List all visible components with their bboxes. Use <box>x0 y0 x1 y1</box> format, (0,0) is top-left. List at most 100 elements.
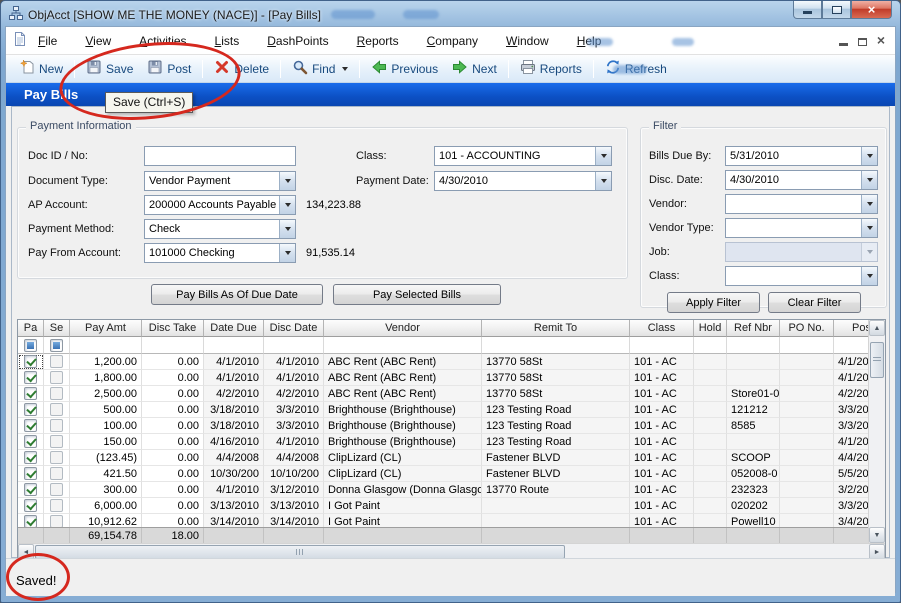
menu-company[interactable]: Company <box>427 34 478 48</box>
menu-dashpoints[interactable]: DashPoints <box>267 34 328 48</box>
class-combo[interactable]: 101 - ACCOUNTING <box>434 146 612 166</box>
pay-checkbox[interactable] <box>24 387 37 400</box>
table-row[interactable]: 6,000.000.003/13/20103/13/2010I Got Pain… <box>18 498 868 514</box>
next-button[interactable]: Next <box>445 57 504 80</box>
mdi-restore-icon[interactable] <box>858 38 867 46</box>
table-row[interactable]: 300.000.004/1/20103/12/2010Donna Glasgow… <box>18 482 868 498</box>
select-checkbox[interactable] <box>50 451 63 464</box>
filter-combo-billsdueby[interactable]: 5/31/2010 <box>725 146 878 166</box>
maximize-button[interactable] <box>822 1 851 19</box>
mdi-close-icon[interactable]: × <box>877 34 885 46</box>
find-dropdown-arrow[interactable] <box>342 67 348 71</box>
pay-checkbox[interactable] <box>24 499 37 512</box>
chevron-down-icon[interactable] <box>861 171 877 189</box>
chevron-down-icon[interactable] <box>279 220 295 238</box>
select-checkbox[interactable] <box>50 355 63 368</box>
new-button[interactable]: New <box>12 57 70 80</box>
select-all-se-checkbox[interactable] <box>50 339 63 352</box>
pay-checkbox[interactable] <box>24 435 37 448</box>
select-checkbox[interactable] <box>50 499 63 512</box>
column-header-date_due[interactable]: Date Due <box>204 320 264 337</box>
filter-combo-class[interactable] <box>725 266 878 286</box>
pay-selected-bills-button[interactable]: Pay Selected Bills <box>333 284 501 305</box>
clear-filter-button[interactable]: Clear Filter <box>768 292 861 313</box>
chevron-down-icon[interactable] <box>861 147 877 165</box>
apply-filter-button[interactable]: Apply Filter <box>667 292 760 313</box>
menu-view[interactable]: View <box>85 34 111 48</box>
vertical-scroll-thumb[interactable] <box>870 342 884 378</box>
minimize-button[interactable] <box>793 1 822 19</box>
select-checkbox[interactable] <box>50 371 63 384</box>
select-checkbox[interactable] <box>50 483 63 496</box>
pay-checkbox[interactable] <box>24 467 37 480</box>
column-header-se[interactable]: Se <box>44 320 70 337</box>
pay-checkbox[interactable] <box>24 371 37 384</box>
table-row[interactable]: 421.500.0010/30/20010/10/200ClipLizard (… <box>18 466 868 482</box>
pay-checkbox[interactable] <box>24 355 37 368</box>
chevron-down-icon[interactable] <box>279 244 295 262</box>
chevron-down-icon[interactable] <box>595 172 611 190</box>
table-row[interactable]: 150.000.004/16/20104/1/2010Brighthouse (… <box>18 434 868 450</box>
payment-date-combo[interactable]: 4/30/2010 <box>434 171 612 191</box>
select-checkbox[interactable] <box>50 467 63 480</box>
chevron-down-icon[interactable] <box>279 172 295 190</box>
filter-combo-discdate[interactable]: 4/30/2010 <box>725 170 878 190</box>
filter-combo-vendortype[interactable] <box>725 218 878 238</box>
pay-checkbox[interactable] <box>24 515 37 527</box>
filter-combo-vendor[interactable] <box>725 194 878 214</box>
table-row[interactable]: 10,912.620.003/14/20103/14/2010I Got Pai… <box>18 514 868 527</box>
select-checkbox[interactable] <box>50 403 63 416</box>
select-checkbox[interactable] <box>50 435 63 448</box>
column-header-po_no[interactable]: PO No. <box>780 320 834 337</box>
column-header-hold[interactable]: Hold <box>694 320 727 337</box>
table-row[interactable]: 500.000.003/18/20103/3/2010Brighthouse (… <box>18 402 868 418</box>
chevron-down-icon[interactable] <box>595 147 611 165</box>
pay-checkbox[interactable] <box>24 451 37 464</box>
pay-from-account-combo[interactable]: 101000 Checking <box>144 243 296 263</box>
menu-reports[interactable]: Reports <box>357 34 399 48</box>
table-row[interactable]: (123.45)0.004/4/20084/4/2008ClipLizard (… <box>18 450 868 466</box>
pay-checkbox[interactable] <box>24 403 37 416</box>
table-row[interactable]: 1,800.000.004/1/20104/1/2010ABC Rent (AB… <box>18 370 868 386</box>
vertical-scrollbar[interactable]: ▲ ▼ <box>868 320 885 543</box>
column-header-pa[interactable]: Pa <box>18 320 44 337</box>
horizontal-scroll-thumb[interactable] <box>35 545 565 559</box>
pay-bills-due-date-button[interactable]: Pay Bills As Of Due Date <box>151 284 323 305</box>
previous-button[interactable]: Previous <box>364 57 445 80</box>
find-button[interactable]: Find <box>285 57 355 80</box>
menu-window[interactable]: Window <box>506 34 549 48</box>
column-header-vendor[interactable]: Vendor <box>324 320 482 337</box>
select-checkbox[interactable] <box>50 419 63 432</box>
column-header-pay_amt[interactable]: Pay Amt <box>70 320 142 337</box>
document-type-combo[interactable]: Vendor Payment <box>144 171 296 191</box>
menu-file[interactable]: File <box>38 34 57 48</box>
mdi-minimize-icon[interactable] <box>839 43 848 46</box>
doc-id-input[interactable] <box>144 146 296 166</box>
chevron-down-icon[interactable] <box>861 219 877 237</box>
table-row[interactable]: 1,200.000.004/1/20104/1/2010ABC Rent (AB… <box>18 354 868 370</box>
table-row[interactable]: 100.000.003/18/20103/3/2010Brighthouse (… <box>18 418 868 434</box>
chevron-down-icon[interactable] <box>279 196 295 214</box>
select-checkbox[interactable] <box>50 515 63 527</box>
scroll-down-button[interactable]: ▼ <box>869 527 885 543</box>
column-header-disc_date[interactable]: Disc Date <box>264 320 324 337</box>
menu-lists[interactable]: Lists <box>215 34 240 48</box>
pay-checkbox[interactable] <box>24 483 37 496</box>
chevron-down-icon[interactable] <box>861 267 877 285</box>
column-header-ref_nbr[interactable]: Ref Nbr <box>727 320 780 337</box>
ap-account-combo[interactable]: 200000 Accounts Payable <box>144 195 296 215</box>
close-button[interactable]: × <box>851 1 892 19</box>
pay-checkbox[interactable] <box>24 419 37 432</box>
column-header-remit_to[interactable]: Remit To <box>482 320 630 337</box>
scroll-up-button[interactable]: ▲ <box>869 320 885 336</box>
payment-method-combo[interactable]: Check <box>144 219 296 239</box>
reports-button[interactable]: Reports <box>513 57 589 80</box>
chevron-down-icon[interactable] <box>861 195 877 213</box>
column-header-disc_take[interactable]: Disc Take <box>142 320 204 337</box>
select-checkbox[interactable] <box>50 387 63 400</box>
select-all-pa-checkbox[interactable] <box>24 339 37 352</box>
cell-disc_take: 0.00 <box>142 354 204 370</box>
column-header-class[interactable]: Class <box>630 320 694 337</box>
table-row[interactable]: 2,500.000.004/2/20104/2/2010ABC Rent (AB… <box>18 386 868 402</box>
column-header-post_date[interactable]: Post D <box>834 320 868 337</box>
